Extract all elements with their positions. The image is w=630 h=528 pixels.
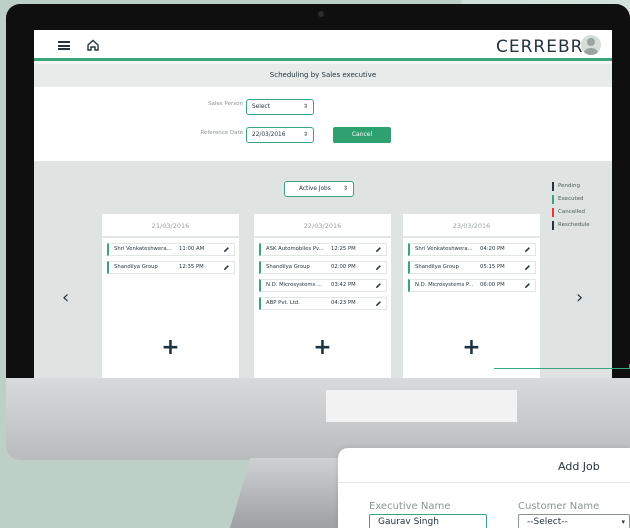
page-title: Scheduling by Sales executive bbox=[34, 64, 612, 87]
edit-icon[interactable] bbox=[375, 300, 382, 307]
edit-icon[interactable] bbox=[524, 264, 531, 271]
day-column-date: 23/03/2016 bbox=[403, 214, 540, 238]
select-caret-icon: ⇕ bbox=[302, 103, 308, 110]
job-card[interactable]: N.D. Microsystems P... 06:00 PM bbox=[408, 279, 536, 292]
callout-connector bbox=[625, 364, 630, 369]
job-card[interactable]: Shandilya Group 05:15 PM bbox=[408, 261, 536, 274]
executive-name-label: Executive Name bbox=[369, 501, 451, 512]
edit-icon[interactable] bbox=[223, 264, 230, 271]
job-card[interactable]: Shri Venkateshwera... 04:20 PM bbox=[408, 243, 536, 256]
job-card[interactable]: Shandilya Group 02:00 PM bbox=[259, 261, 387, 274]
legend-reschedule: Reschedule bbox=[552, 221, 590, 234]
select-caret-icon: ⇕ bbox=[302, 131, 308, 138]
day-column-date: 21/03/2016 bbox=[102, 214, 239, 238]
next-arrow-icon[interactable]: › bbox=[576, 287, 583, 308]
callout-line bbox=[494, 368, 630, 369]
day-column: 22/03/2016 ASK Automobiles Pv... 12:25 PM… bbox=[254, 214, 391, 378]
day-column: 23/03/2016 Shri Venkateshwera... 04:20 PM… bbox=[403, 214, 540, 378]
chevron-down-icon: ▾ bbox=[621, 518, 625, 526]
job-card[interactable]: ASK Automobiles Pv... 12:25 PM bbox=[259, 243, 387, 256]
customer-name-label: Customer Name bbox=[518, 501, 600, 512]
edit-icon[interactable] bbox=[524, 282, 531, 289]
job-card[interactable]: N.D. Microsystems ... 03:42 PM bbox=[259, 279, 387, 292]
add-job-button[interactable]: + bbox=[254, 337, 391, 359]
day-column: 21/03/2016 Shri Venkateshwera... 11:00 AM… bbox=[102, 214, 239, 378]
active-jobs-select[interactable]: Active Jobs ⇕ bbox=[284, 181, 354, 197]
executive-name-field[interactable]: Gaurav Singh bbox=[369, 514, 487, 528]
sales-person-label: Sales Person bbox=[208, 101, 243, 107]
edit-icon[interactable] bbox=[375, 246, 382, 253]
legend-executed: Executed bbox=[552, 195, 590, 208]
home-icon[interactable] bbox=[86, 38, 100, 52]
job-card[interactable]: Shri Venkateshwera... 11:00 AM bbox=[107, 243, 235, 256]
edit-icon[interactable] bbox=[223, 246, 230, 253]
modal-title: Add Job bbox=[558, 460, 600, 473]
avatar[interactable] bbox=[581, 35, 601, 55]
monitor-slot bbox=[326, 390, 517, 422]
status-legend: Pending Executed Cancelled Reschedule bbox=[552, 182, 590, 234]
edit-icon[interactable] bbox=[375, 282, 382, 289]
edit-icon[interactable] bbox=[375, 264, 382, 271]
job-card[interactable]: ABP Pvt. Ltd. 04:23 PM bbox=[259, 297, 387, 310]
add-job-button[interactable]: + bbox=[102, 337, 239, 359]
menu-icon[interactable] bbox=[58, 41, 70, 50]
legend-pending: Pending bbox=[552, 182, 590, 195]
job-card[interactable]: Shandilya Group 12:35 PM bbox=[107, 261, 235, 274]
add-job-modal: Add Job Executive Name Gaurav Singh Cust… bbox=[338, 448, 630, 528]
sales-person-select[interactable]: Select ⇕ bbox=[246, 99, 314, 115]
reference-date-select[interactable]: 22/03/2016 ⇕ bbox=[246, 127, 314, 143]
top-bar: CERREBRQ bbox=[34, 30, 612, 61]
edit-icon[interactable] bbox=[524, 246, 531, 253]
prev-arrow-icon[interactable]: ‹ bbox=[62, 287, 69, 308]
day-column-date: 22/03/2016 bbox=[254, 214, 391, 238]
legend-cancelled: Cancelled bbox=[552, 208, 590, 221]
cancel-button[interactable]: Cancel bbox=[333, 127, 391, 143]
add-job-button[interactable]: + bbox=[403, 337, 540, 359]
app-screen: CERREBRQ Scheduling by Sales executive S… bbox=[34, 30, 612, 378]
customer-name-select[interactable]: --Select-- ▾ bbox=[518, 514, 630, 528]
reference-date-label: Reference Date bbox=[200, 130, 243, 136]
filter-form: Sales Person Select ⇕ Reference Date 22/0… bbox=[34, 87, 612, 161]
camera-icon bbox=[318, 11, 324, 17]
modal-divider bbox=[338, 482, 630, 483]
select-caret-icon: ⇕ bbox=[342, 185, 348, 192]
